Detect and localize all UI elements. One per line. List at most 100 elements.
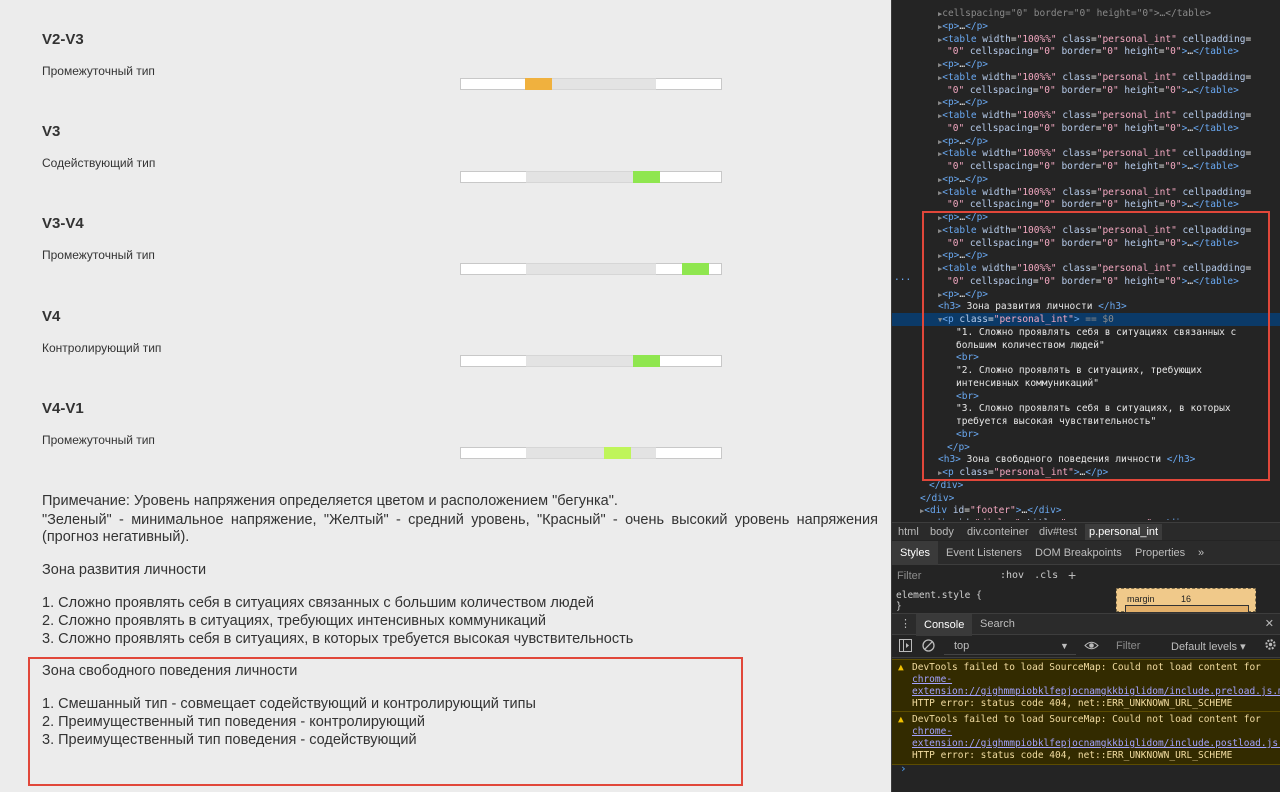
dom-node-line[interactable]: ▶<p>…</p> (892, 96, 1280, 109)
warning-icon: ▲ (898, 714, 904, 725)
dom-token: = (1245, 33, 1252, 45)
dom-token: "0" (1038, 122, 1062, 134)
dom-node-line[interactable]: </div> (892, 492, 1280, 505)
dom-token: </table> (1193, 199, 1239, 211)
tab-search[interactable]: Search (980, 618, 1015, 630)
styles-filter-input[interactable]: Filter (897, 570, 987, 582)
selected-row-dots: ... (894, 272, 912, 283)
dom-token: "personal_int" (1096, 71, 1183, 83)
dom-token: "personal_int" (1096, 186, 1183, 198)
dom-token: <table (942, 71, 983, 83)
warning-text: DevTools failed to load SourceMap: Could… (912, 714, 1261, 725)
dom-token: <p> (942, 20, 960, 32)
list-item: 2. Сложно проявлять в ситуациях, требующ… (42, 613, 546, 629)
element-style-selector: element.style { (896, 590, 982, 601)
dom-node-line[interactable]: ▶<table width="100%%" class="personal_in… (892, 33, 1280, 46)
new-style-rule-icon[interactable]: + (1068, 567, 1076, 583)
breadcrumb-item[interactable]: body (930, 526, 954, 538)
breadcrumb-item[interactable]: div#test (1039, 526, 1077, 538)
eye-icon[interactable] (1084, 639, 1099, 655)
log-levels-dropdown[interactable]: Default levels ▾ (1171, 640, 1246, 653)
hov-toggle[interactable]: :hov (1000, 570, 1024, 581)
dom-token: "0" (947, 84, 970, 96)
dom-node-line[interactable]: ▶<p>…</p> (892, 58, 1280, 71)
element-style-rule[interactable]: element.style { } (896, 590, 982, 612)
console-warning: ▲ DevTools failed to load SourceMap: Cou… (892, 659, 1280, 713)
dom-token: "0" (1038, 161, 1062, 172)
console-warning: ▲ DevTools failed to load SourceMap: Cou… (892, 711, 1280, 765)
tabs-overflow-icon[interactable]: » (1198, 547, 1204, 559)
dom-token: cellpadding (1182, 33, 1246, 45)
dom-token: border (1061, 161, 1096, 172)
warning-link[interactable]: chrome-extension://gighmmpiobklfepjocnam… (912, 674, 1280, 697)
close-icon[interactable]: ✕ (1265, 617, 1274, 630)
dom-node-line[interactable]: "0" cellspacing="0" border="0" height="0… (892, 84, 1280, 97)
console-toolbar: top ▼ Filter Default levels ▾ (892, 636, 1280, 658)
tab-properties[interactable]: Properties (1135, 547, 1185, 559)
dom-token: "100%%" (1016, 186, 1063, 198)
dom-token: <table (942, 186, 983, 198)
dom-token: border (1061, 84, 1096, 96)
dom-node-line[interactable]: ▶<table width="100%%" class="personal_in… (892, 147, 1280, 160)
tension-scale (460, 171, 722, 183)
dom-node-line[interactable]: "0" cellspacing="0" border="0" height="0… (892, 45, 1280, 58)
clear-console-icon[interactable] (922, 639, 935, 655)
dom-token: "personal_int" (1096, 148, 1183, 160)
dom-token: "100%%" (1016, 71, 1063, 83)
box-model-value[interactable]: 16 (1181, 594, 1191, 604)
console-prompt[interactable]: › (900, 762, 907, 775)
dom-token: "100%%" (1016, 33, 1063, 45)
dom-node-line[interactable]: ▶<table width="100%%" class="personal_in… (892, 71, 1280, 84)
dom-node-line[interactable]: ▶<p>…</p> (892, 20, 1280, 33)
dom-node-line[interactable]: "0" cellspacing="0" border="0" height="0… (892, 122, 1280, 135)
cls-toggle[interactable]: .cls (1034, 570, 1058, 581)
section-subtitle: Контролирующий тип (42, 341, 162, 355)
scale-segment-high (656, 447, 722, 459)
drawer-menu-icon[interactable]: ⋮ (900, 617, 911, 630)
dom-node-line[interactable]: ▶<p>…</p> (892, 173, 1280, 186)
dom-node-line[interactable]: ▶<p>…</p> (892, 135, 1280, 148)
dom-token: </table> (1193, 161, 1239, 172)
dom-token: </p> (965, 97, 989, 109)
breadcrumb-item-current[interactable]: p.personal_int (1085, 524, 1163, 540)
section-heading: V3 (42, 123, 61, 140)
tab-event-listeners[interactable]: Event Listeners (946, 547, 1022, 559)
zone-free-list: 1. Смешанный тип - совмещает содействующ… (42, 695, 536, 749)
dom-token: id (952, 505, 965, 517)
dom-node-line[interactable]: ▶<table width="100%%" class="personal_in… (892, 186, 1280, 199)
zone-free-title: Зона свободного поведения личности (42, 663, 298, 679)
dom-token: = (1245, 71, 1252, 83)
scale-marker (604, 447, 631, 459)
dom-token: <div (924, 505, 953, 517)
hov-cls-toggles: :hov .cls (1000, 570, 1058, 581)
dom-node-line[interactable]: "0" cellspacing="0" border="0" height="0… (892, 198, 1280, 211)
scale-marker (633, 355, 660, 367)
list-item: 3. Сложно проявлять себя в ситуациях, в … (42, 631, 634, 647)
dom-token: "0" (1164, 122, 1182, 134)
scale-marker (633, 171, 660, 183)
dom-node-line[interactable]: ▶<div id="footer">…</div> (892, 504, 1280, 517)
dom-token: "dialog" (975, 518, 1026, 520)
dom-token: "0" (1164, 46, 1182, 58)
gear-icon[interactable] (1264, 638, 1277, 654)
dom-token: "0" (1101, 46, 1125, 58)
dom-node-line[interactable]: ▶<table width="100%%" class="personal_in… (892, 109, 1280, 122)
drawer-tabs: ⋮ Console Search ✕ (892, 613, 1280, 636)
breadcrumb-item[interactable]: div.conteiner (967, 526, 1029, 538)
dom-node-line[interactable]: <div id="dialog" title="предупреждение">… (892, 517, 1280, 520)
dom-node-line[interactable]: ▶cellspacing="0" border="0" height="0">…… (892, 7, 1280, 20)
sidebar-toggle-icon[interactable] (899, 639, 912, 655)
zone-development-list: 1. Сложно проявлять себя в ситуациях свя… (42, 594, 633, 648)
warning-link[interactable]: chrome-extension://gighmmpiobklfepjocnam… (912, 726, 1280, 749)
breadcrumb-item[interactable]: html (898, 526, 919, 538)
dom-token: "0" (1164, 161, 1182, 172)
console-filter-input[interactable]: Filter (1116, 640, 1140, 652)
dom-token: "personal_int" (1096, 110, 1183, 121)
dom-token: </table> (1193, 46, 1239, 58)
tab-console[interactable]: Console (916, 614, 973, 636)
dom-node-line[interactable]: "0" cellspacing="0" border="0" height="0… (892, 160, 1280, 173)
tab-styles[interactable]: Styles (892, 541, 938, 565)
tab-dom-breakpoints[interactable]: DOM Breakpoints (1035, 547, 1122, 559)
dom-token: <table (942, 110, 983, 121)
dom-token: = (1245, 186, 1252, 198)
